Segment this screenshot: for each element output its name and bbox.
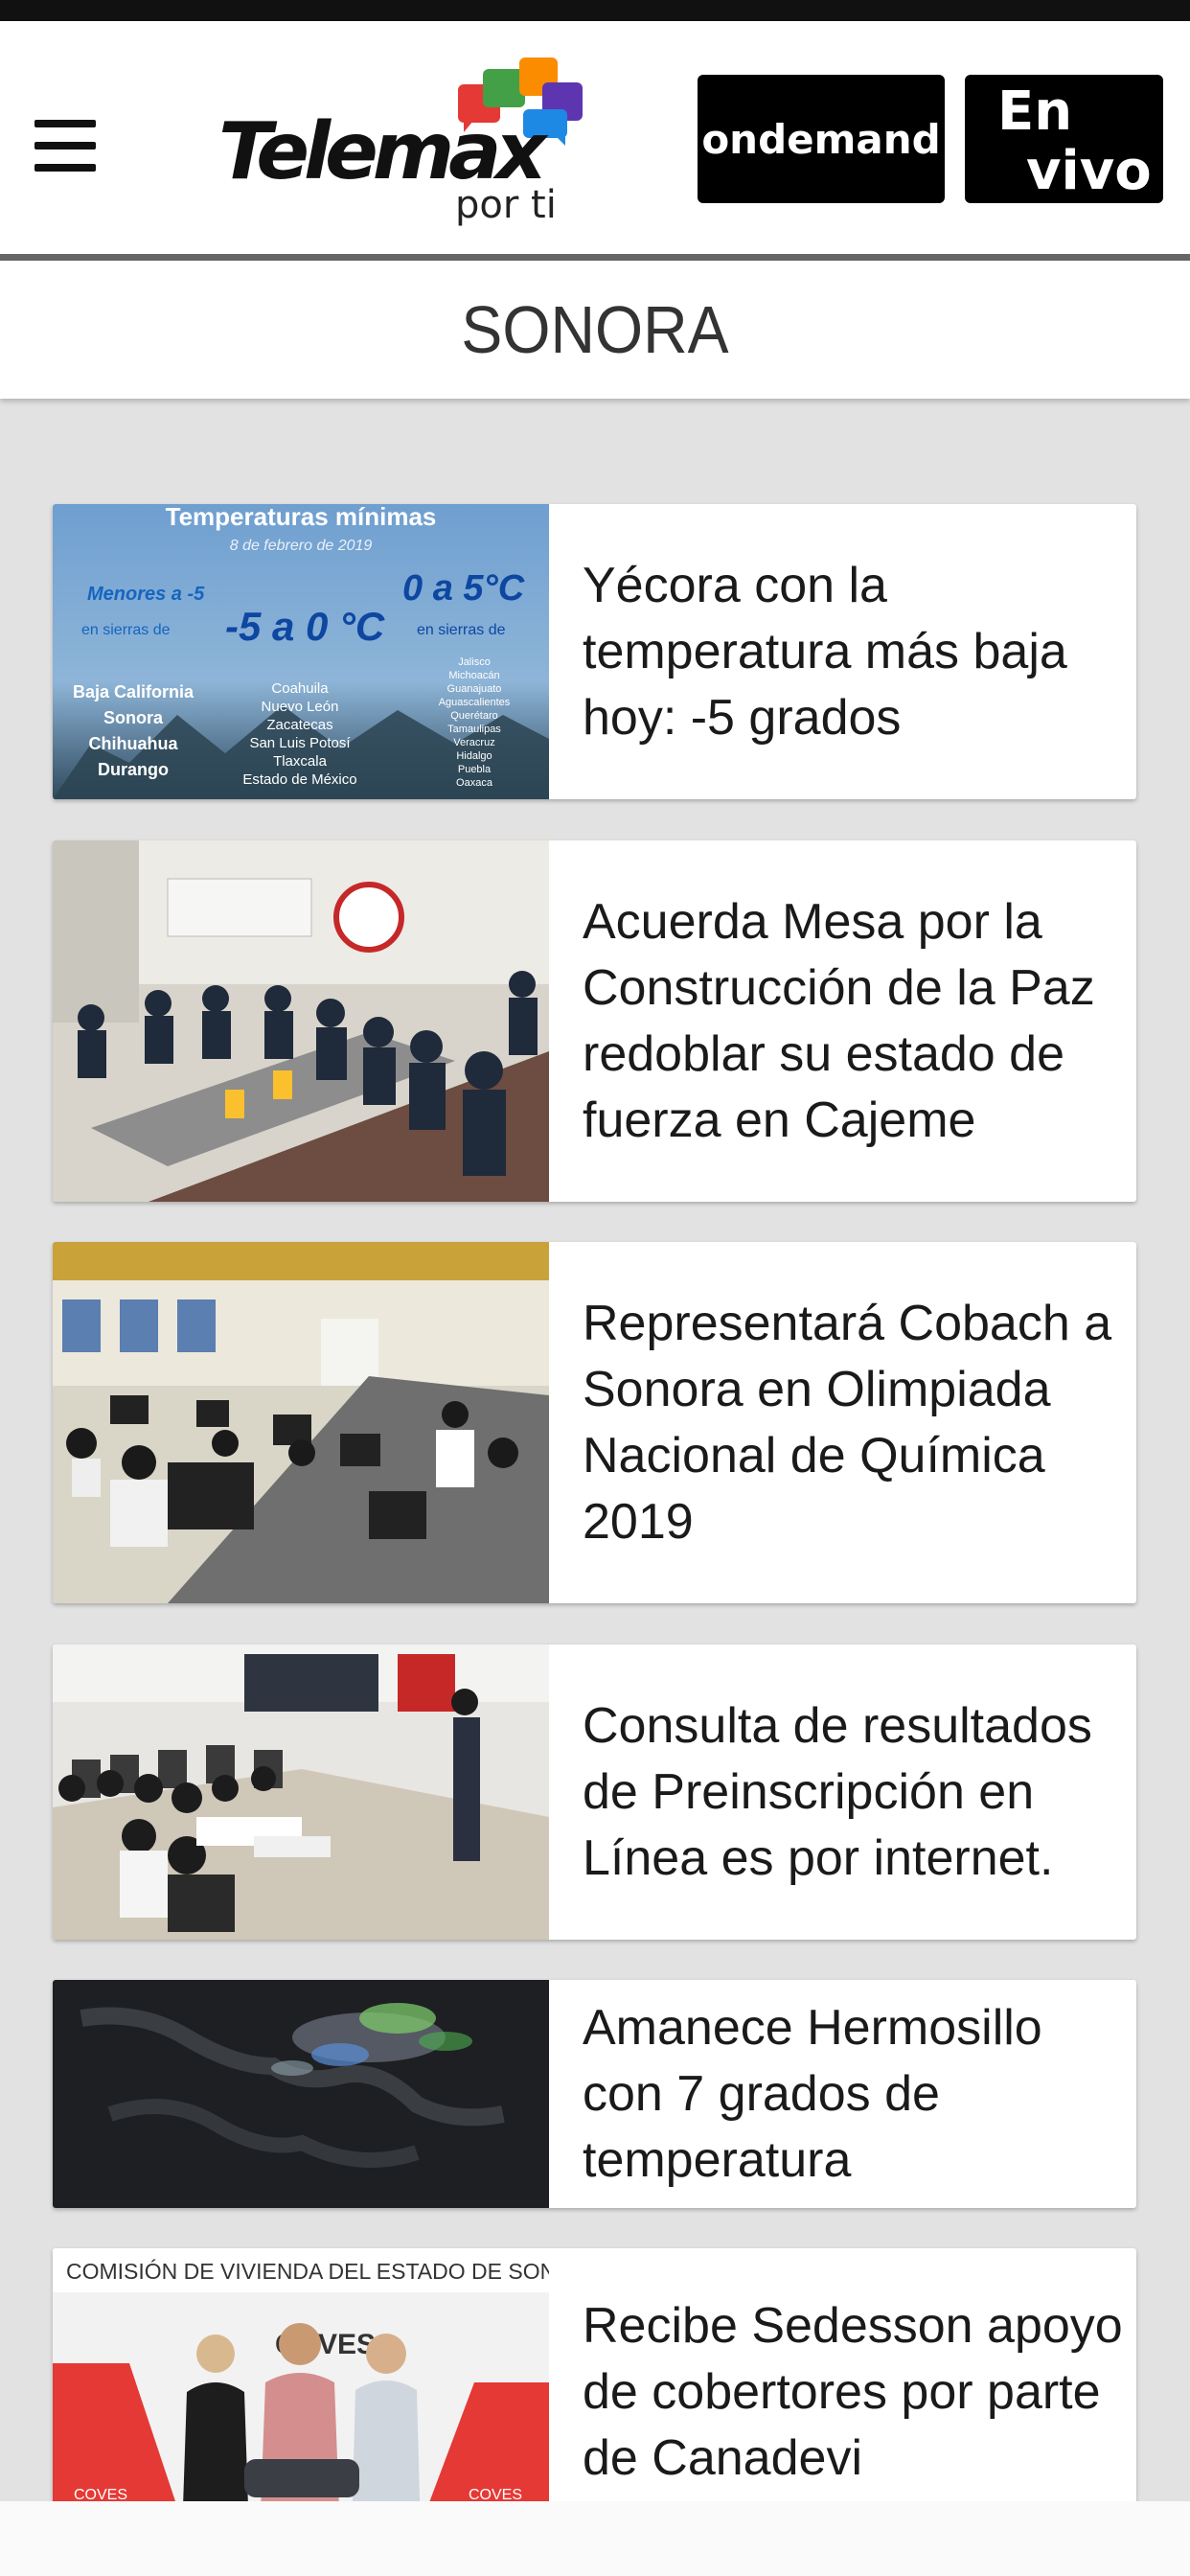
article-thumbnail: [53, 840, 549, 1202]
thumb-mid-big: -5 a 0 °C: [225, 604, 385, 649]
thumb-heading: Temperaturas mínimas: [166, 504, 437, 531]
ondemand-label: ondemand: [701, 115, 941, 163]
article-title: Amanece Hermosillo con 7 grados de tempe…: [583, 1999, 1042, 2188]
thumb-left-state: Baja California: [73, 682, 195, 702]
status-bar: [0, 0, 1190, 21]
article-thumbnail: [53, 1644, 549, 1940]
ondemand-button[interactable]: ondemand: [698, 75, 945, 203]
en-vivo-label-line1: En: [997, 80, 1073, 143]
article-card[interactable]: Acuerda Mesa por la Construcción de la P…: [53, 840, 1136, 1202]
article-card[interactable]: COMISIÓN DE VIVIENDA DEL ESTADO DE SONOR…: [53, 2248, 1136, 2536]
article-thumbnail: [53, 1242, 549, 1603]
thumb-mid-state: Coahuila: [271, 680, 329, 697]
header-divider: [0, 254, 1190, 261]
thumb-right-state: Puebla: [458, 764, 492, 775]
section-header: SONORA: [0, 261, 1190, 399]
thumb-right-state: Jalisco: [458, 656, 491, 668]
thumb-right-big: 0 a 5°C: [402, 568, 525, 609]
hamburger-menu-icon[interactable]: [33, 112, 100, 179]
thumb-mid-state: Estado de México: [242, 771, 356, 788]
article-title: Consulta de resultados de Preinscripción…: [583, 1697, 1092, 1886]
thumb-right-state: Hidalgo: [456, 750, 492, 762]
telemax-logo[interactable]: Telemax por ti: [218, 52, 602, 243]
thumb-right-sub: en sierras de: [417, 622, 506, 638]
logo-wordmark: Telemax: [218, 106, 546, 197]
thumb-mid-state: Nuevo León: [262, 699, 339, 715]
thumb-banner: COMISIÓN DE VIVIENDA DEL ESTADO DE SONOR…: [66, 2259, 549, 2284]
thumb-right-state: Oaxaca: [456, 777, 493, 789]
thumb-left-big: Menores a -5: [87, 584, 205, 605]
thumb-left-state: Sonora: [103, 708, 164, 727]
article-title: Yécora con la temperatura más baja hoy: …: [583, 557, 1067, 746]
article-card[interactable]: Amanece Hermosillo con 7 grados de tempe…: [53, 1980, 1136, 2208]
thumb-right-state: Guanajuato: [447, 683, 502, 695]
thumb-right-state: Tamaulipas: [447, 724, 501, 735]
article-card[interactable]: Temperaturas mínimas 8 de febrero de 201…: [53, 504, 1136, 799]
thumb-right-state: Querétaro: [450, 710, 498, 722]
app-header: Telemax por ti ondemand En vivo: [0, 21, 1190, 257]
thumb-right-state: Aguascalientes: [439, 697, 511, 708]
thumb-mid-state: Zacatecas: [266, 717, 332, 733]
section-title: SONORA: [461, 292, 729, 367]
thumb-mid-state: San Luis Potosí: [249, 735, 351, 751]
en-vivo-button[interactable]: En vivo: [965, 75, 1163, 203]
thumb-left-state: Chihuahua: [89, 734, 179, 753]
article-title: Acuerda Mesa por la Construcción de la P…: [583, 893, 1095, 1148]
article-title: Recibe Sedesson apoyo de cobertores por …: [583, 2297, 1123, 2486]
thumb-date: 8 de febrero de 2019: [230, 538, 373, 554]
en-vivo-label-line2: vivo: [1026, 140, 1152, 202]
bottom-edge: [0, 2501, 1190, 2576]
logo-tagline: por ti: [455, 183, 557, 227]
thumb-mid-state: Tlaxcala: [273, 753, 328, 770]
thumb-right-state: Michoacán: [448, 670, 499, 681]
thumb-right-state: Veracruz: [453, 737, 494, 748]
article-card[interactable]: Consulta de resultados de Preinscripción…: [53, 1644, 1136, 1940]
article-title: Representará Cobach a Sonora en Olimpiad…: [583, 1295, 1112, 1550]
article-thumbnail: COMISIÓN DE VIVIENDA DEL ESTADO DE SONOR…: [53, 2248, 549, 2536]
article-card[interactable]: Representará Cobach a Sonora en Olimpiad…: [53, 1242, 1136, 1603]
article-thumbnail: Temperaturas mínimas 8 de febrero de 201…: [53, 504, 549, 799]
article-thumbnail: [53, 1980, 549, 2208]
thumb-left-state: Durango: [98, 760, 169, 779]
thumb-left-sub: en sierras de: [81, 622, 171, 638]
